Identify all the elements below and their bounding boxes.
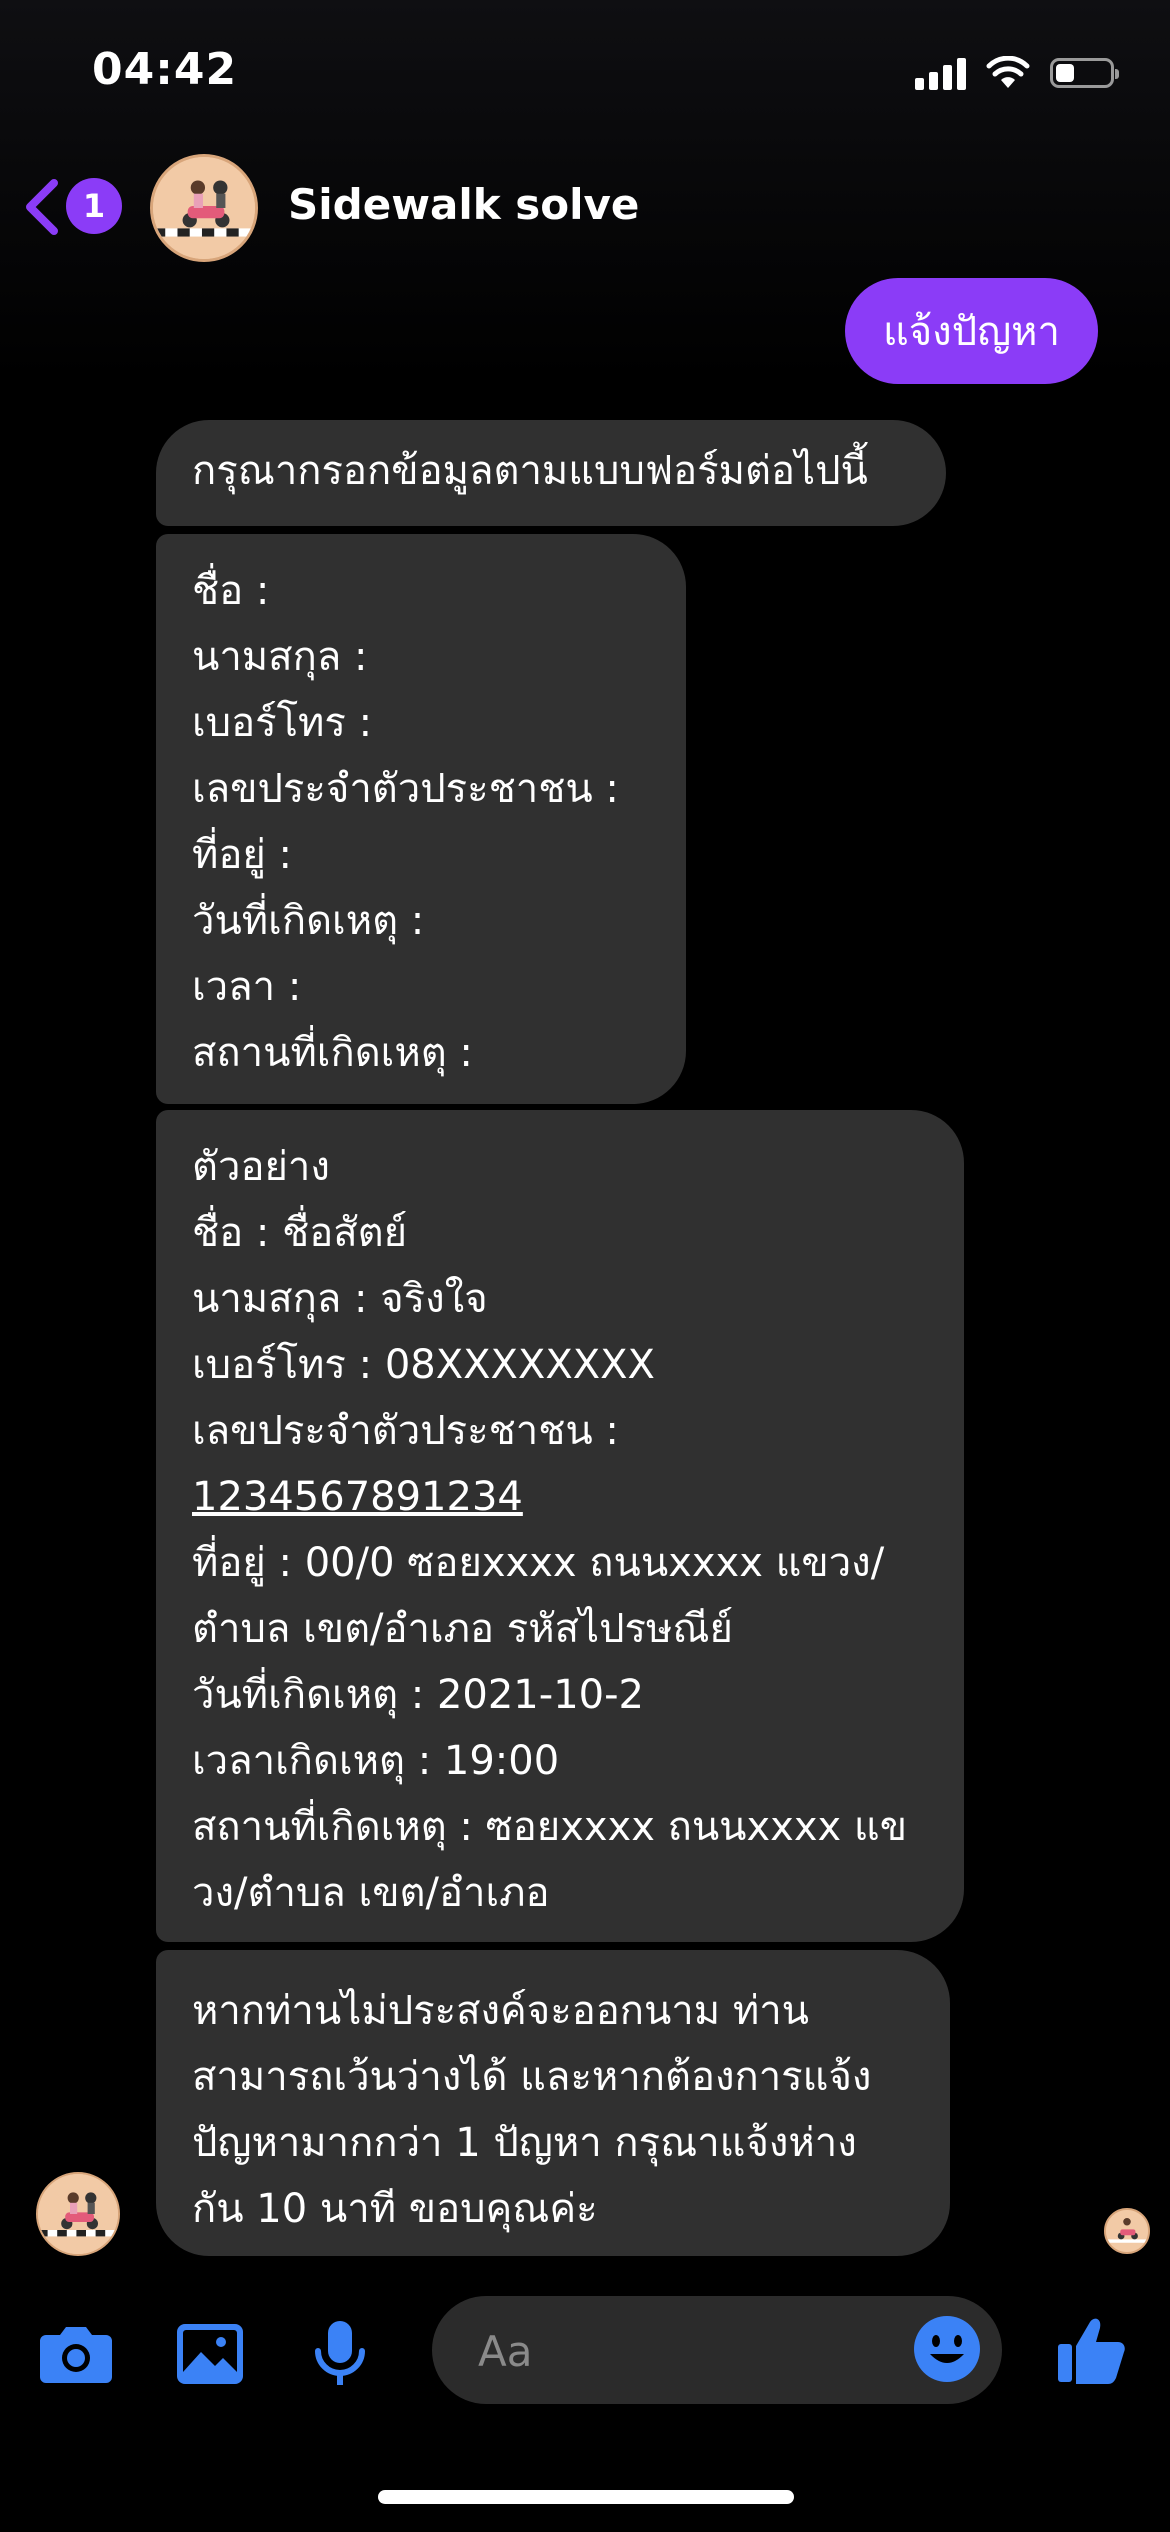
avatar-image (1106, 2210, 1148, 2252)
form-line: สถานที่เกิดเหตุ : (192, 1030, 473, 1076)
unread-badge: 1 (66, 178, 122, 234)
example-line: วง/ตำบล เขต/อำเภอ (192, 1870, 550, 1916)
status-time: 04:42 (92, 44, 238, 95)
message-input[interactable] (476, 2320, 880, 2382)
note-line: หากท่านไม่ประสงค์จะออกนาม ท่าน (192, 1988, 810, 2034)
form-line: ชื่อ : (192, 568, 270, 614)
chat-screen: 04:42 1 Sidewalk solve แจ้งปัญหา กรุณากร… (0, 0, 1170, 2532)
example-line: เลขประจำตัวประชาชน : (192, 1408, 619, 1454)
example-line: เวลาเกิดเหตุ : 19:00 (192, 1738, 560, 1784)
emoji-button[interactable] (912, 2314, 982, 2384)
note-line: สามารถเว้นว่างได้ และหากต้องการแจ้ง (192, 2054, 872, 2100)
avatar-image (153, 157, 255, 259)
message-intro[interactable]: กรุณากรอกข้อมูลตามแบบฟอร์มต่อไปนี้ (156, 420, 946, 526)
camera-button[interactable] (38, 2316, 114, 2392)
home-indicator[interactable] (378, 2490, 794, 2504)
message-text: กรุณากรอกข้อมูลตามแบบฟอร์มต่อไปนี้ (192, 448, 868, 494)
note-line: ปัญหามากกว่า 1 ปัญหา กรุณาแจ้งห่าง (192, 2120, 857, 2166)
microphone-button[interactable] (302, 2316, 378, 2392)
back-button[interactable]: 1 (22, 172, 132, 242)
battery-icon (1050, 58, 1119, 88)
example-line: เบอร์โทร : 08XXXXXXXX (192, 1342, 655, 1388)
avatar-image (38, 2174, 118, 2254)
seen-avatar (1104, 2208, 1150, 2254)
battery-level (1056, 64, 1074, 82)
example-line: ที่อยู่ : 00/0 ซอยxxxx ถนนxxxx แขวง/ (192, 1540, 885, 1586)
example-line: ตัวอย่าง (192, 1144, 330, 1190)
microphone-icon (315, 2321, 365, 2385)
message-composer (0, 2296, 1170, 2406)
wifi-icon (986, 56, 1030, 88)
note-line: กัน 10 นาที ขอบคุณค่ะ (192, 2186, 598, 2232)
outgoing-message[interactable]: แจ้งปัญหา (844, 278, 1098, 384)
message-input-box[interactable] (432, 2296, 1002, 2404)
message-example[interactable]: ตัวอย่าง ชื่อ : ชื่อสัตย์ นามสกุล : จริง… (156, 1110, 964, 1942)
example-line: วันที่เกิดเหตุ : 2021-10-2 (192, 1672, 644, 1718)
form-line: ที่อยู่ : (192, 832, 293, 878)
chevron-left-icon (26, 179, 58, 235)
example-line: ชื่อ : ชื่อสัตย์ (192, 1210, 408, 1256)
example-line: นามสกุล : จริงใจ (192, 1276, 488, 1322)
form-line: เวลา : (192, 964, 302, 1010)
example-line: ตำบล เขต/อำเภอ รหัสไปรษณีย์ (192, 1606, 733, 1652)
image-icon (177, 2324, 243, 2384)
gallery-button[interactable] (172, 2316, 248, 2392)
sender-avatar[interactable] (36, 2172, 120, 2256)
form-line: เลขประจำตัวประชาชน : (192, 766, 619, 812)
chat-header: 1 Sidewalk solve (0, 150, 1170, 262)
camera-icon (40, 2327, 112, 2383)
id-number-link[interactable]: 1234567891234 (192, 1464, 928, 1530)
emoji-icon (914, 2316, 980, 2382)
form-line: เบอร์โทร : (192, 700, 373, 746)
avatar[interactable] (150, 154, 258, 262)
chat-title[interactable]: Sidewalk solve (288, 180, 639, 229)
message-note[interactable]: หากท่านไม่ประสงค์จะออกนาม ท่าน สามารถเว้… (156, 1950, 950, 2256)
status-icons (915, 56, 1119, 90)
form-line: วันที่เกิดเหตุ : (192, 898, 425, 944)
message-form[interactable]: ชื่อ : นามสกุล : เบอร์โทร : เลขประจำตัวป… (156, 534, 686, 1104)
cellular-signal-icon (915, 56, 966, 90)
form-line: นามสกุล : (192, 634, 368, 680)
example-line: สถานที่เกิดเหตุ : ซอยxxxx ถนนxxxx แข (192, 1804, 908, 1850)
like-button[interactable] (1052, 2310, 1132, 2390)
thumbs-up-icon (1058, 2318, 1125, 2384)
